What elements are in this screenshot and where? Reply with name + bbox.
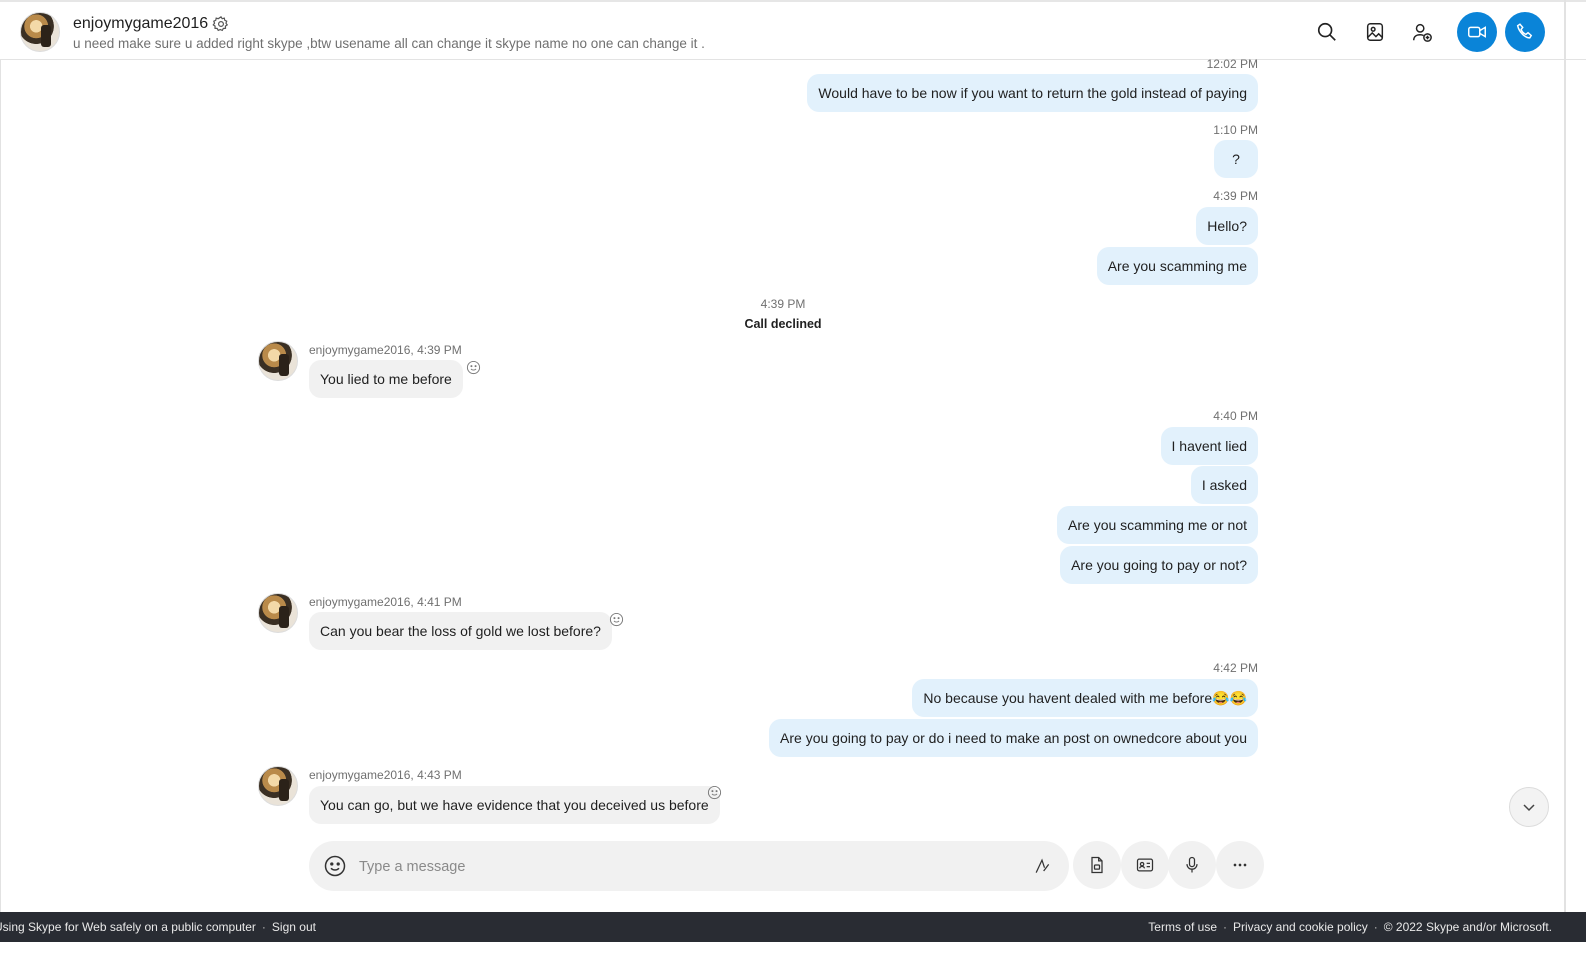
send-contact-button[interactable]: [1121, 841, 1169, 889]
search-button[interactable]: [1307, 12, 1347, 52]
incoming-message[interactable]: You lied to me before: [309, 360, 463, 398]
sender-name-time: enjoymygame2016, 4:39 PM: [309, 343, 462, 357]
outgoing-message[interactable]: I asked: [1190, 466, 1258, 504]
footer-separator: ·: [1373, 920, 1378, 934]
skype-chat-window: enjoymygame2016 u need make sure u added…: [0, 0, 1586, 958]
chevron-down-icon: [1523, 804, 1535, 812]
incoming-message[interactable]: You can go, but we have evidence that yo…: [309, 786, 720, 824]
outgoing-message[interactable]: Are you going to pay or do i need to mak…: [769, 719, 1258, 757]
message-composer: [309, 841, 1069, 891]
page-bottom-strip: [0, 942, 1586, 958]
privacy-link[interactable]: Privacy and cookie policy: [1233, 920, 1368, 934]
message-timestamp: 4:39 PM: [1213, 189, 1258, 203]
left-border: [0, 60, 1, 912]
phone-icon: [1516, 23, 1533, 39]
sender-name-time: enjoymygame2016, 4:43 PM: [309, 768, 462, 782]
video-camera-icon: [1468, 26, 1486, 38]
page-footer: Using Skype for Web safely on a public c…: [0, 912, 1586, 942]
outgoing-message[interactable]: Are you scamming me: [1096, 247, 1258, 285]
outgoing-message[interactable]: Would have to be now if you want to retu…: [807, 74, 1258, 112]
sender-avatar[interactable]: [258, 341, 298, 381]
video-call-button[interactable]: [1457, 12, 1497, 52]
sender-avatar[interactable]: [258, 766, 298, 806]
more-horizontal-icon: [1233, 863, 1247, 867]
audio-call-button[interactable]: [1505, 12, 1545, 52]
outgoing-message[interactable]: Are you going to pay or not?: [1060, 546, 1258, 584]
smiley-reaction-icon[interactable]: [707, 785, 722, 800]
sign-out-link[interactable]: Sign out: [272, 920, 316, 934]
contact-name[interactable]: enjoymygame2016: [73, 15, 208, 33]
emoji-icon[interactable]: [323, 854, 347, 878]
search-icon: [1317, 22, 1336, 41]
message-timestamp: 1:10 PM: [1213, 123, 1258, 137]
add-person-icon: [1413, 23, 1432, 42]
sender-avatar[interactable]: [258, 593, 298, 633]
smiley-reaction-icon[interactable]: [609, 612, 624, 627]
gear-icon[interactable]: [212, 15, 230, 33]
gallery-icon: [1366, 23, 1384, 41]
message-timestamp: 4:40 PM: [1213, 409, 1258, 423]
smiley-reaction-icon[interactable]: [466, 360, 481, 375]
incoming-message[interactable]: Can you bear the loss of gold we lost be…: [309, 612, 612, 650]
message-input[interactable]: [357, 854, 1021, 880]
message-timestamp: 12:02 PM: [1206, 57, 1258, 71]
contact-mood-message: u need make sure u added right skype ,bt…: [73, 36, 705, 51]
text-format-icon[interactable]: [1032, 856, 1052, 876]
footer-separator: ·: [1223, 920, 1227, 934]
outgoing-message[interactable]: No because you havent dealed with me bef…: [912, 679, 1258, 717]
scrollbar-track[interactable]: [1564, 0, 1566, 912]
conversation-header: enjoymygame2016 u need make sure u added…: [0, 0, 1586, 60]
outgoing-message[interactable]: ?: [1214, 140, 1258, 178]
message-timestamp: 4:42 PM: [1213, 661, 1258, 675]
outgoing-message[interactable]: Are you scamming me or not: [1057, 506, 1258, 544]
sender-name-time: enjoymygame2016, 4:41 PM: [309, 595, 462, 609]
call-event-timestamp: 4:39 PM: [760, 297, 806, 311]
scroll-to-bottom-button[interactable]: [1509, 787, 1549, 827]
call-event-text: Call declined: [744, 317, 822, 331]
outgoing-message[interactable]: Hello?: [1196, 207, 1258, 245]
public-computer-link[interactable]: Using Skype for Web safely on a public c…: [0, 920, 256, 934]
voice-message-button[interactable]: [1168, 841, 1216, 889]
file-icon: [1091, 856, 1103, 874]
more-options-button[interactable]: [1216, 841, 1264, 889]
outgoing-message[interactable]: I havent lied: [1160, 427, 1258, 465]
contact-card-icon: [1136, 858, 1154, 872]
add-people-button[interactable]: [1402, 12, 1442, 52]
terms-link[interactable]: Terms of use: [1148, 920, 1217, 934]
copyright-text: © 2022 Skype and/or Microsoft.: [1383, 920, 1552, 934]
send-file-button[interactable]: [1073, 841, 1121, 889]
footer-separator: ·: [261, 920, 266, 934]
contact-avatar[interactable]: [20, 12, 60, 52]
microphone-icon: [1186, 856, 1198, 873]
gallery-button[interactable]: [1355, 12, 1395, 52]
